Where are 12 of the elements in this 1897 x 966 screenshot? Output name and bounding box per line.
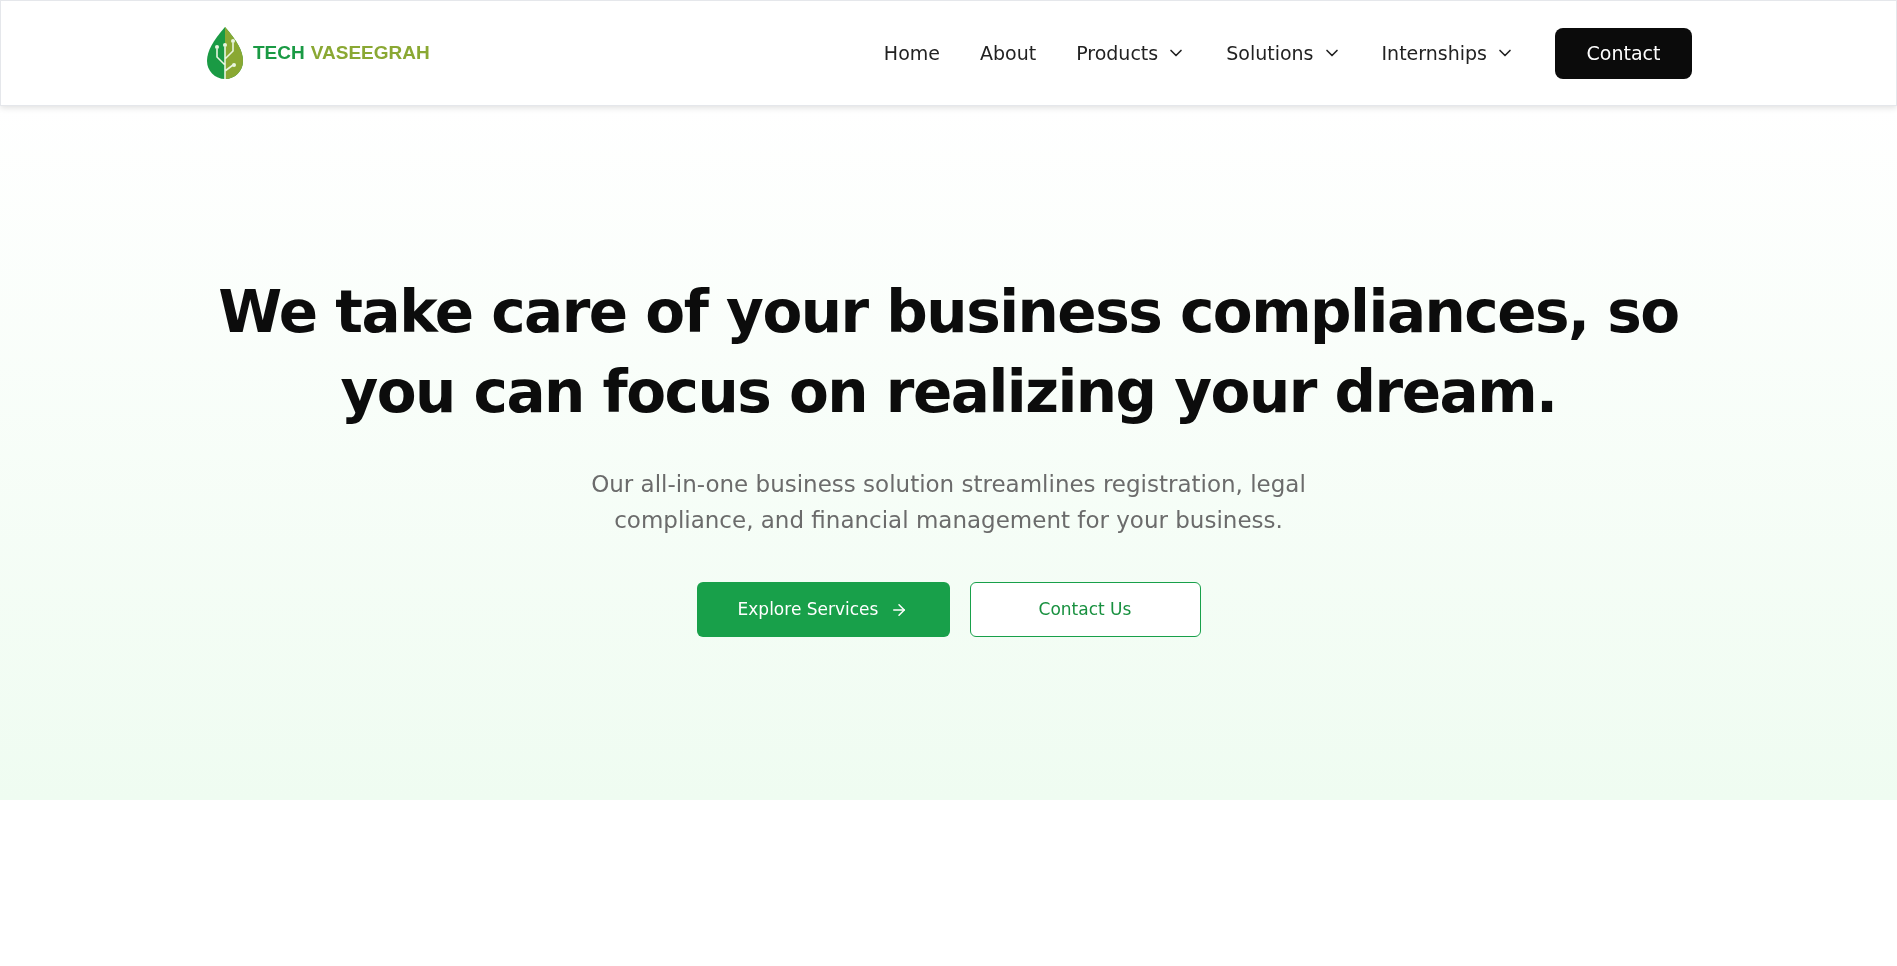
hero-heading: We take care of your business compliances, so you can focus on realizing your dream. — [217, 277, 1680, 428]
brand-name: TECH — [253, 40, 305, 65]
contact-us-button[interactable]: Contact Us — [969, 582, 1201, 637]
nav-link[interactable]: About — [979, 38, 1037, 68]
hero-subtitle: Our all-in-one business solution streamlines registration, legal compliance, and financial management for your business. — [590, 470, 1307, 535]
nav-link[interactable]: Internships — [1381, 38, 1515, 68]
nav-link[interactable]: Home — [883, 38, 940, 68]
brand-name: VASEEGRAH — [310, 40, 430, 65]
contact-button[interactable]: Contact — [1555, 27, 1692, 79]
leaf-circuit-logo-icon — [205, 25, 245, 81]
nav-link[interactable]: Solutions — [1226, 38, 1342, 68]
nav-link[interactable]: Products — [1076, 38, 1187, 68]
